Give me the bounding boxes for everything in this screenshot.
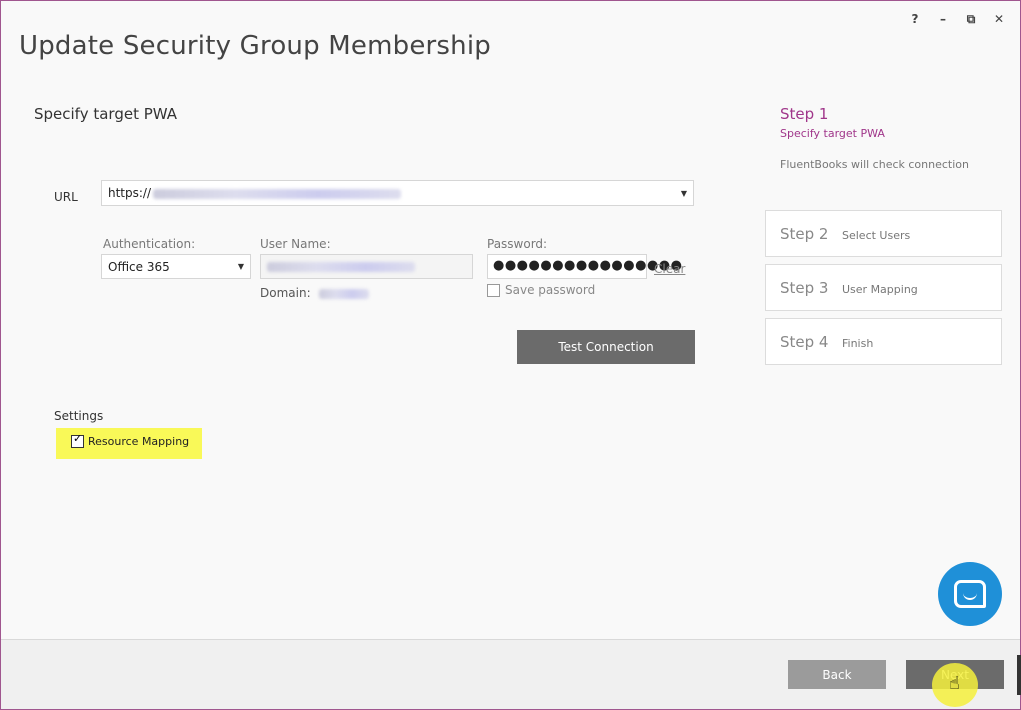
save-password-row[interactable]: Save password — [487, 283, 595, 297]
help-icon[interactable]: ? — [908, 11, 922, 27]
resource-mapping-label: Resource Mapping — [88, 435, 190, 448]
page-title: Update Security Group Membership — [19, 31, 491, 61]
domain-label: Domain: — [260, 286, 311, 300]
step-desc: User Mapping — [842, 282, 918, 296]
step-number: Step 4 — [780, 332, 829, 351]
username-input[interactable] — [260, 254, 473, 279]
checkmark-icon: ✓ — [73, 432, 83, 445]
step-card-2[interactable]: Step 2 Select Users — [765, 210, 1002, 257]
minimize-icon[interactable]: – — [936, 11, 950, 27]
step-number: Step 2 — [780, 224, 829, 243]
url-value: https:// — [108, 186, 402, 200]
test-connection-button[interactable]: Test Connection — [517, 330, 695, 364]
step-desc: Finish — [842, 336, 874, 350]
window-edge — [1017, 655, 1021, 695]
next-button[interactable]: Next — [906, 660, 1004, 689]
password-label: Password: — [487, 237, 548, 251]
chevron-down-icon[interactable]: ▼ — [232, 255, 250, 278]
chat-launcher-button[interactable] — [938, 562, 1002, 626]
save-password-label: Save password — [505, 283, 596, 297]
resource-mapping-row[interactable]: ✓ Resource Mapping — [71, 432, 190, 448]
authentication-label: Authentication: — [103, 237, 196, 251]
step-1-number: Step 1 — [780, 105, 829, 123]
settings-label: Settings — [54, 409, 104, 423]
url-combobox[interactable]: https:// ▼ — [101, 180, 694, 206]
resource-mapping-checkbox[interactable]: ✓ — [71, 432, 84, 448]
close-icon[interactable]: ✕ — [992, 11, 1006, 27]
restore-icon[interactable]: ⧉ — [964, 11, 978, 27]
app-window: ? – ⧉ ✕ Update Security Group Membership… — [0, 0, 1021, 710]
step-card-4[interactable]: Step 4 Finish — [765, 318, 1002, 365]
chevron-down-icon[interactable]: ▼ — [675, 181, 693, 205]
step-1-desc: Specify target PWA — [780, 127, 885, 140]
clear-link[interactable]: Clear — [654, 262, 685, 276]
domain-redacted — [319, 289, 369, 299]
back-button[interactable]: Back — [788, 660, 886, 689]
authentication-select[interactable]: Office 365 ▼ — [101, 254, 251, 279]
authentication-value: Office 365 — [108, 260, 170, 274]
step-number: Step 3 — [780, 278, 829, 297]
save-password-checkbox[interactable] — [487, 283, 500, 297]
chat-icon — [954, 580, 986, 608]
section-title: Specify target PWA — [34, 105, 178, 123]
step-desc: Select Users — [842, 228, 911, 242]
step-active: Step 1 Specify target PWA FluentBooks wi… — [780, 105, 969, 171]
password-input[interactable]: ●●●●●●●●●●●●●●●● — [487, 254, 682, 279]
username-label: User Name: — [260, 237, 331, 251]
username-redacted — [267, 262, 415, 272]
url-redacted — [153, 188, 402, 199]
step-1-info: FluentBooks will check connection — [780, 158, 969, 171]
step-card-3[interactable]: Step 3 User Mapping — [765, 264, 1002, 311]
url-label: URL — [54, 190, 78, 204]
window-controls: ? – ⧉ ✕ — [908, 11, 1006, 27]
